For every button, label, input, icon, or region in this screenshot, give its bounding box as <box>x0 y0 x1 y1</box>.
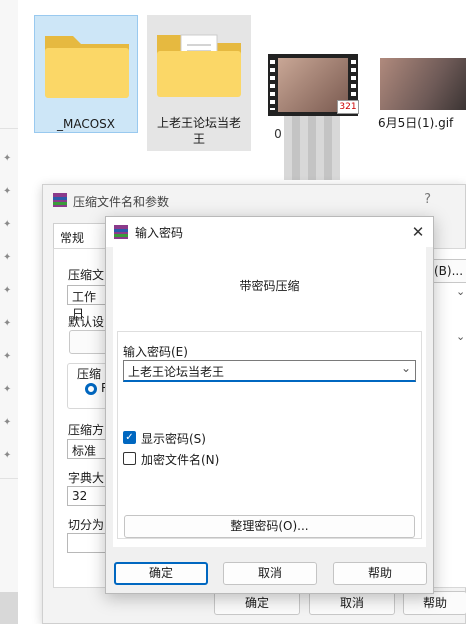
close-icon[interactable]: ✕ <box>403 217 433 247</box>
nav-divider <box>0 128 18 129</box>
folder-icon <box>45 36 129 98</box>
file-item-gif[interactable]: 6月5日(1).gif <box>374 50 466 150</box>
pin-icon[interactable]: ✦ <box>3 219 11 230</box>
help-button[interactable]: 帮助 <box>333 562 427 585</box>
file-label: 0 <box>274 127 282 141</box>
ok-button[interactable]: 确定 <box>214 591 300 615</box>
dictionary-size-select[interactable]: 32 <box>67 486 107 506</box>
dictionary-size-label: 字典大 <box>68 471 105 485</box>
password-value: 上老王论坛当老王 <box>128 365 225 379</box>
archive-format-label: 压缩 <box>77 367 102 381</box>
chevron-down-icon[interactable]: ⌄ <box>401 361 411 375</box>
pin-icon[interactable]: ✦ <box>3 285 11 296</box>
explorer-nav-strip: ✦ ✦ ✦ ✦ ✦ ✦ ✦ ✦ ✦ ✦ <box>0 0 18 624</box>
show-password-label: 显示密码(S) <box>141 432 206 446</box>
nav-footer <box>0 592 18 624</box>
file-item-macosx[interactable]: _MACOSX <box>34 15 138 133</box>
encrypt-filenames-label: 加密文件名(N) <box>141 453 220 467</box>
tab-general[interactable]: 常规 <box>53 223 113 249</box>
show-password-checkbox[interactable]: ✓ <box>123 431 136 444</box>
help-icon[interactable]: ? <box>424 192 431 207</box>
default-profile-label: 默认设 <box>68 315 105 329</box>
video-player-badge-icon: 321 <box>337 100 359 114</box>
chevron-down-icon[interactable]: ⌄ <box>456 330 465 343</box>
nav-divider <box>0 478 18 479</box>
file-item-video[interactable]: 321 0 <box>262 50 362 180</box>
dialog-titlebar: 输入密码 ✕ <box>106 217 433 247</box>
dialog-title: 压缩文件名和参数 <box>73 195 170 209</box>
chevron-down-icon[interactable]: ⌄ <box>456 285 465 298</box>
format-radio[interactable] <box>85 383 97 395</box>
pin-icon[interactable]: ✦ <box>3 252 11 263</box>
help-button[interactable]: 帮助 <box>403 591 466 615</box>
dialog-title: 输入密码 <box>135 226 184 240</box>
password-field[interactable]: 上老王论坛当老王 ⌄ <box>123 360 416 382</box>
compression-method-label: 压缩方 <box>68 423 105 437</box>
pin-icon[interactable]: ✦ <box>3 318 11 329</box>
password-panel: 带密码压缩 输入密码(E) 上老王论坛当老王 ⌄ ✓ 显示密码(S) 加密文件名… <box>113 247 426 547</box>
archive-name-field[interactable]: 工作日 <box>67 285 107 321</box>
pin-icon[interactable]: ✦ <box>3 153 11 164</box>
file-label: _MACOSX <box>56 117 115 131</box>
archive-name-label: 压缩文 <box>68 268 105 282</box>
password-label: 输入密码(E) <box>123 345 188 359</box>
gif-thumbnail <box>380 58 466 110</box>
pin-icon[interactable]: ✦ <box>3 351 11 362</box>
pin-icon[interactable]: ✦ <box>3 417 11 428</box>
dialog-heading: 带密码压缩 <box>239 279 300 293</box>
organize-passwords-button[interactable]: 整理密码(O)... <box>124 515 415 538</box>
pin-icon[interactable]: ✦ <box>3 450 11 461</box>
cancel-button[interactable]: 取消 <box>223 562 317 585</box>
split-volume-field[interactable] <box>67 533 107 553</box>
winrar-icon <box>114 225 128 239</box>
file-label: 6月5日(1).gif <box>378 116 454 130</box>
browse-button[interactable]: (B)... <box>431 259 466 283</box>
ok-button[interactable]: 确定 <box>114 562 208 585</box>
pin-icon[interactable]: ✦ <box>3 384 11 395</box>
cancel-button[interactable]: 取消 <box>309 591 395 615</box>
split-volume-label: 切分为 <box>68 518 105 532</box>
pin-icon[interactable]: ✦ <box>3 186 11 197</box>
profiles-button[interactable] <box>69 330 109 354</box>
compression-method-select[interactable]: 标准 <box>67 439 107 459</box>
encrypt-filenames-checkbox[interactable] <box>123 452 136 465</box>
winrar-icon <box>53 193 67 207</box>
folder-icon <box>157 34 241 97</box>
password-dialog: 输入密码 ✕ 带密码压缩 输入密码(E) 上老王论坛当老王 ⌄ ✓ 显示密码(S… <box>105 216 434 594</box>
